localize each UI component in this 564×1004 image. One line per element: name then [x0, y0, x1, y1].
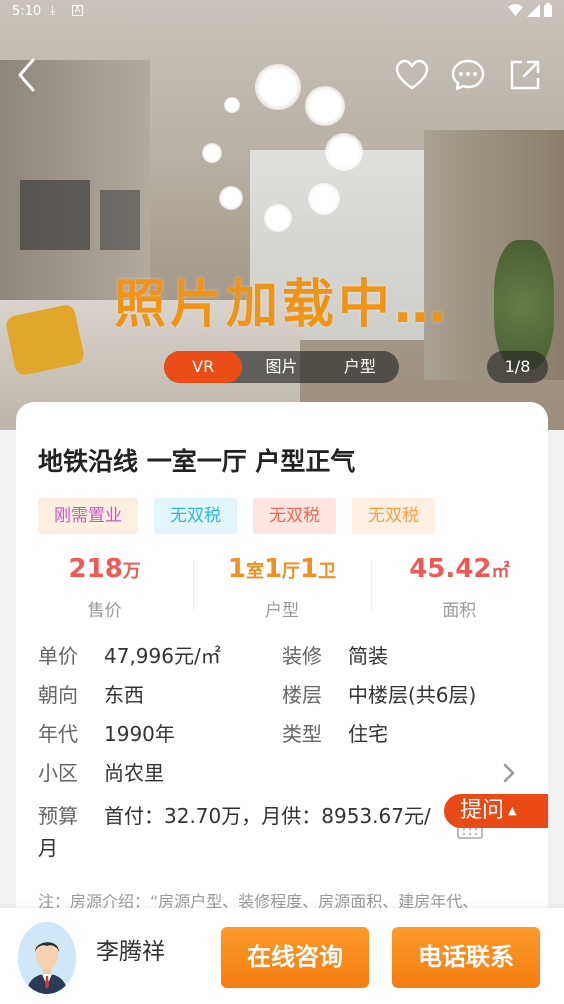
stat-price: 218万 售价: [16, 552, 193, 622]
agent-avatar-illustration: [18, 922, 76, 994]
info-decoration: 装修 简装: [282, 644, 388, 668]
stat-area: 45.42㎡ 面积: [370, 552, 548, 622]
download-icon: ⤓: [50, 3, 56, 17]
heart-icon: [395, 59, 429, 90]
info-floor: 楼层 中楼层(共6层): [282, 683, 477, 707]
chandelier-bulb: [308, 183, 340, 215]
agent-name: 李腾祥: [96, 939, 165, 965]
photo-frame: [20, 180, 90, 250]
tab-photos[interactable]: 图片: [242, 351, 320, 383]
listing-card: 地铁沿线 一室一厅 户型正气 刚需置业 无双税 无双税 无双税 218万 售价 …: [16, 402, 548, 962]
online-consult-button[interactable]: 在线咨询: [221, 927, 369, 988]
budget-row: 预算 首付：32.70万，月供：8953.67元/ 月: [38, 800, 508, 864]
chandelier-bulb: [202, 143, 222, 163]
layout-value: 1室1厅1卫: [227, 554, 337, 584]
chevron-right-icon[interactable]: [502, 762, 516, 784]
tag: 无双税: [154, 498, 237, 534]
info-type: 类型 住宅: [282, 722, 388, 746]
info-unit-price: 单价 47,996元/㎡: [38, 644, 221, 668]
tag: 刚需置业: [38, 498, 138, 534]
listing-title: 地铁沿线 一室一厅 户型正气: [38, 447, 356, 476]
chandelier-bulb: [305, 86, 345, 126]
area-label: 面积: [442, 601, 477, 621]
status-bar: 5:10 ⤓ A: [0, 0, 564, 24]
bottom-action-bar: 李腾祥 在线咨询 电话联系: [0, 908, 564, 1004]
budget-value-cont: 月: [38, 836, 58, 860]
ask-label: 提问: [460, 798, 505, 823]
photo-counter: 1/8: [487, 351, 548, 383]
price-label: 售价: [87, 601, 122, 621]
photo-loading-text: 照片加载中…: [113, 275, 450, 335]
favorite-button[interactable]: [393, 56, 431, 94]
ask-question-button[interactable]: 提问 ▲: [444, 794, 548, 828]
wifi-icon: [508, 3, 523, 16]
chandelier-bulb: [255, 64, 301, 110]
agent-avatar[interactable]: [18, 922, 76, 994]
info-year: 年代 1990年: [38, 722, 175, 746]
chandelier-bulb: [224, 97, 240, 113]
status-time: 5:10: [12, 4, 42, 19]
photo-frame: [100, 190, 140, 250]
signal-icon: [527, 3, 540, 17]
tab-vr[interactable]: VR: [164, 351, 243, 383]
area-value: 45.42㎡: [409, 554, 510, 584]
battery-icon: [544, 3, 552, 17]
tab-floorplan[interactable]: 户型: [321, 351, 399, 383]
tag-list: 刚需置业 无双税 无双税 无双税: [38, 498, 435, 534]
caret-up-icon: ▲: [508, 804, 517, 817]
back-button[interactable]: [8, 56, 46, 94]
info-orientation: 朝向 东西: [38, 683, 144, 707]
chandelier-bulb: [219, 186, 243, 210]
budget-label: 预算: [38, 804, 78, 828]
key-stats: 218万 售价 1室1厅1卫 户型 45.42㎡ 面积: [16, 552, 548, 622]
share-button[interactable]: [506, 56, 544, 94]
chat-bubble-icon: [451, 59, 485, 91]
notification-a-icon: A: [72, 5, 83, 16]
price-value: 218万: [68, 554, 141, 584]
chandelier-bulb: [264, 204, 292, 232]
tag: 无双税: [253, 498, 336, 534]
chandelier-bulb: [325, 133, 363, 171]
back-arrow-icon: [18, 58, 35, 92]
share-icon: [510, 60, 540, 90]
call-button[interactable]: 电话联系: [392, 927, 540, 988]
layout-label: 户型: [264, 601, 299, 621]
stat-layout: 1室1厅1卫 户型: [193, 552, 370, 622]
tag: 无双税: [352, 498, 435, 534]
message-button[interactable]: [449, 56, 487, 94]
budget-value: 首付：32.70万，月供：8953.67元/: [104, 804, 431, 828]
community-row[interactable]: 小区 尚农里: [38, 757, 528, 786]
community-name[interactable]: 尚农里: [104, 761, 164, 785]
media-tabs: VR 图片 户型: [164, 351, 399, 383]
